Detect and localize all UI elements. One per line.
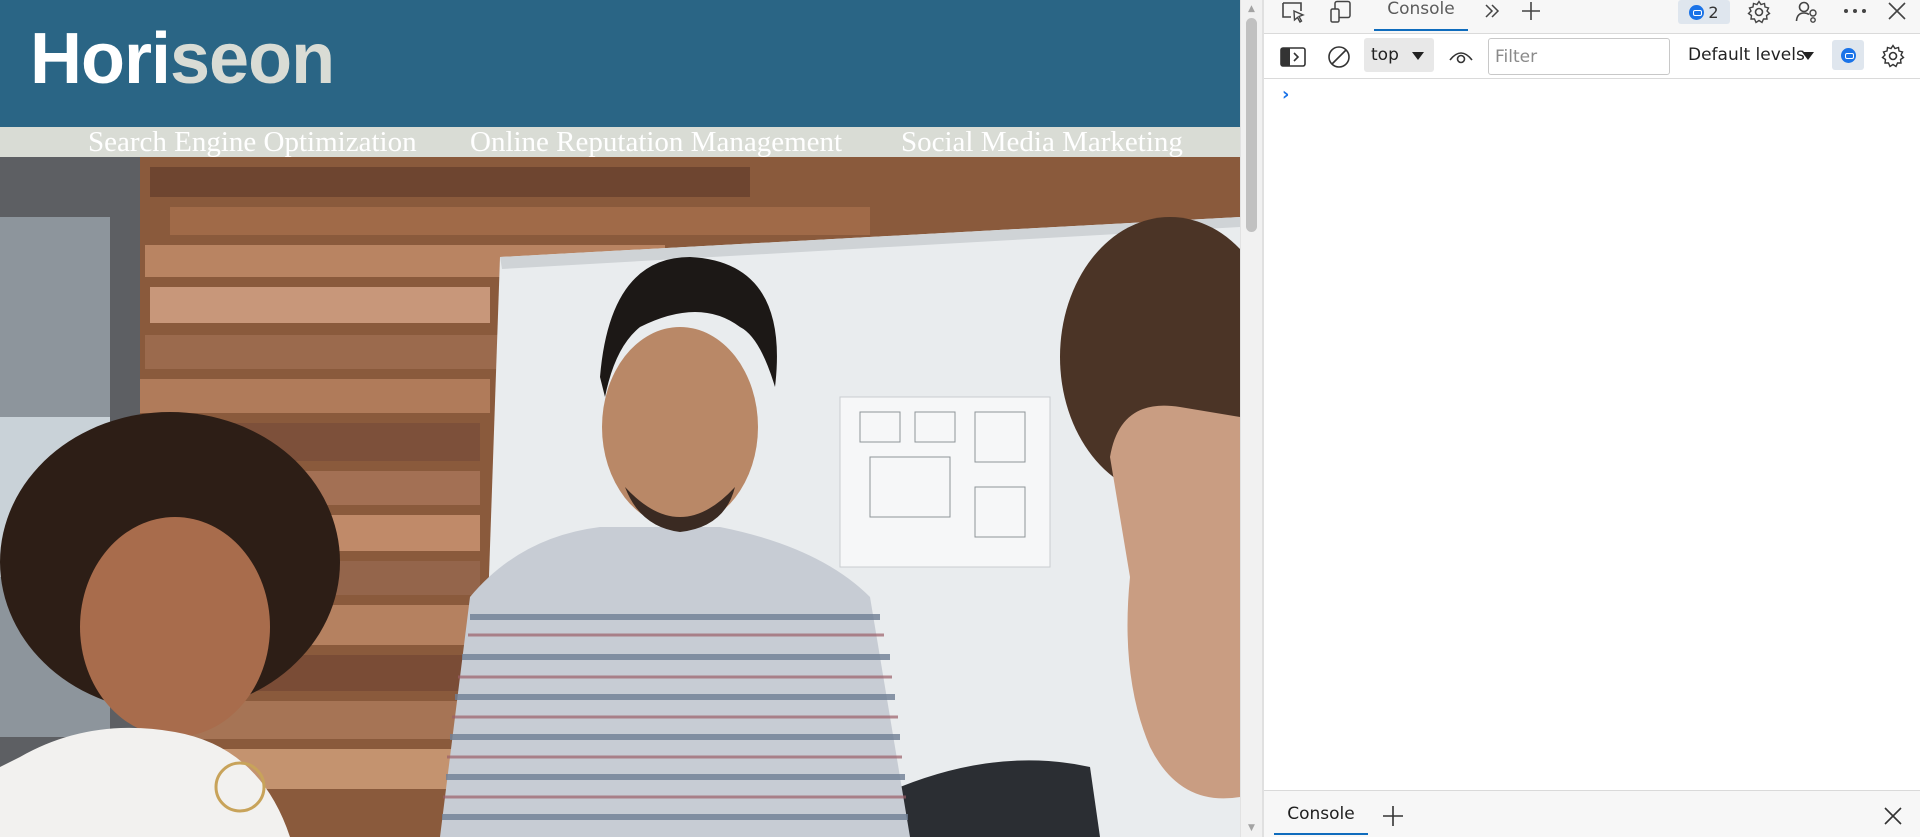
more-options-icon[interactable] [1838, 0, 1872, 22]
scroll-up-arrow-icon[interactable]: ▲ [1241, 0, 1262, 18]
drawer-add-tab-icon[interactable] [1378, 801, 1408, 831]
tab-console[interactable]: Console [1374, 0, 1468, 31]
scrollbar-thumb[interactable] [1246, 18, 1257, 232]
nav-link-reputation[interactable]: Online Reputation Management [470, 127, 842, 157]
log-levels-value: Default levels [1688, 45, 1805, 65]
issues-message-icon [1689, 4, 1705, 20]
chevron-down-icon [1412, 52, 1424, 60]
website-viewport: Horiseon Search Engine Optimization Onli… [0, 0, 1240, 837]
console-output[interactable]: › [1264, 80, 1920, 790]
add-tab-icon[interactable] [1516, 0, 1546, 22]
devtools-drawer: Console [1264, 790, 1920, 837]
device-emulation-icon[interactable] [1324, 0, 1358, 24]
log-levels-select[interactable]: Default levels [1682, 38, 1822, 72]
sidebar-toggle-icon[interactable] [1278, 43, 1308, 71]
issues-message-icon [1840, 47, 1856, 63]
logo-text-secondary: seon [170, 19, 335, 99]
page-scrollbar[interactable]: ▲ ▼ [1240, 0, 1262, 837]
clear-console-icon[interactable] [1324, 43, 1354, 71]
issues-toggle[interactable] [1832, 40, 1864, 70]
devtools-tabbar: Console 2 [1264, 0, 1920, 34]
chevron-down-icon [1802, 52, 1814, 60]
issues-count: 2 [1708, 2, 1719, 22]
hero-image [0, 157, 1240, 837]
drawer-tab-console[interactable]: Console [1274, 799, 1368, 835]
context-select[interactable]: top [1364, 38, 1434, 72]
nav-link-seo[interactable]: Search Engine Optimization [88, 127, 417, 157]
settings-icon[interactable] [1742, 0, 1776, 24]
console-prompt-chevron-icon: › [1282, 84, 1290, 105]
close-devtools-icon[interactable] [1882, 0, 1912, 22]
browser-window: Horiseon Search Engine Optimization Onli… [0, 0, 1920, 837]
nav-link-social[interactable]: Social Media Marketing [901, 127, 1183, 157]
scroll-down-arrow-icon[interactable]: ▼ [1241, 819, 1262, 837]
site-header: Horiseon [0, 0, 1240, 127]
devtools-panel: Console 2 top Filter Default levels › Co… [1264, 0, 1920, 837]
connect-icon[interactable] [1790, 0, 1824, 24]
close-drawer-icon[interactable] [1878, 801, 1908, 831]
hero-photo [0, 157, 1240, 837]
more-tabs-icon[interactable] [1478, 0, 1506, 22]
console-toolbar: top Default levels [1264, 35, 1920, 79]
console-settings-icon[interactable] [1876, 41, 1910, 71]
context-value: top [1371, 45, 1399, 65]
live-expression-eye-icon[interactable] [1446, 43, 1476, 71]
site-logo[interactable]: Horiseon [30, 14, 335, 104]
inspect-element-icon[interactable] [1276, 0, 1310, 24]
console-filter-input[interactable] [1488, 38, 1670, 75]
logo-text-primary: Hori [30, 19, 171, 99]
issues-badge[interactable]: 2 [1678, 0, 1730, 24]
site-nav: Search Engine Optimization Online Reputa… [0, 127, 1240, 157]
